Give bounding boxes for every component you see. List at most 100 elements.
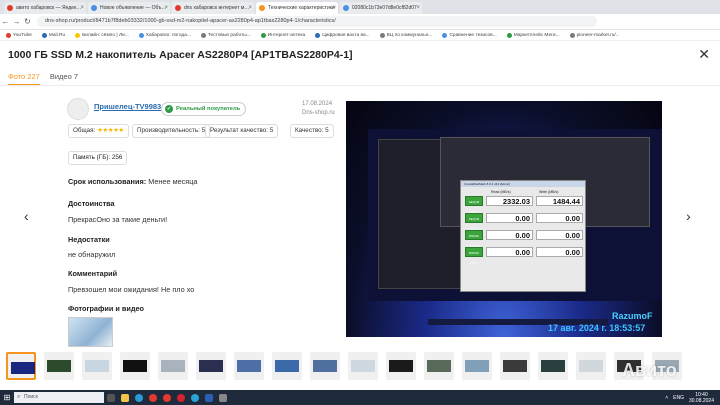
chrome-icon[interactable]: [146, 390, 160, 405]
next-arrow-icon[interactable]: ›: [686, 208, 691, 224]
gallery-thumbnail[interactable]: [272, 352, 302, 380]
usage-label: Срок использования:: [68, 177, 147, 186]
reload-icon[interactable]: ↻: [22, 17, 33, 26]
bookmark-item[interactable]: Билайн: сёмпо | Ли...: [75, 32, 129, 38]
url-field[interactable]: dns-shop.ru/product/8471b7f8deb03332/100…: [37, 16, 597, 27]
bookmark-item[interactable]: YouTube: [6, 32, 32, 38]
bookmark-label: Интернет-аптека: [267, 32, 306, 38]
bookmark-favicon-icon: [315, 32, 321, 38]
gallery-thumbnail[interactable]: [234, 352, 264, 380]
gallery-thumbnail[interactable]: [538, 352, 568, 380]
photo-timestamp: 17 авг. 2024 г. 18:53:57: [548, 323, 646, 333]
gallery-thumbnail[interactable]: [82, 352, 112, 380]
benchmark-test-button[interactable]: SEQ1M Q8T1: [465, 196, 483, 214]
clock-date: 30.08.2024: [688, 397, 714, 404]
gallery-thumbnail[interactable]: [44, 352, 74, 380]
bookmark-label: Билайн: сёмпо | Ли...: [82, 32, 129, 38]
main-photo[interactable]: CrystalDiskMark 8.0.4 x64 [Admin] Read (…: [346, 101, 662, 337]
bookmark-item[interactable]: Сравнение тезисов...: [442, 32, 497, 38]
browser-tab[interactable]: 02080c1b73e07d8e0cf82d07 ×: [340, 2, 422, 14]
bookmark-item[interactable]: Цифровая вахта ва...: [315, 32, 370, 38]
bookmark-label: Тестовые работы...: [207, 32, 251, 38]
close-icon[interactable]: ✕: [698, 46, 710, 63]
explorer-icon[interactable]: [118, 390, 132, 405]
thumbnail-image: [427, 360, 451, 372]
browser-tab[interactable]: Новое объявление — Объявле ×: [88, 2, 170, 14]
bookmark-favicon-icon: [260, 32, 266, 38]
bookmark-favicon-icon: [138, 32, 144, 38]
write-value: 0.00: [536, 213, 583, 223]
benchmark-test-button[interactable]: RND4K Q32T16: [465, 230, 483, 248]
gallery-thumbnail[interactable]: [576, 352, 606, 380]
clock[interactable]: 10:40 30.08.2024: [689, 392, 714, 404]
benchmark-row: SEQ1M Q1T1 0.00 0.00: [465, 213, 583, 231]
bookmark-item[interactable]: Тестовые работы...: [200, 32, 251, 38]
edge-icon[interactable]: [132, 390, 146, 405]
gallery-thumbnail[interactable]: [6, 352, 36, 380]
bookmark-item[interactable]: Интернет-аптека: [260, 32, 306, 38]
browser-tab[interactable]: Технические характеристики ×: [256, 2, 338, 14]
app-icon[interactable]: [216, 390, 230, 405]
benchmark-window: CrystalDiskMark 8.0.4 x64 [Admin] Read (…: [460, 180, 586, 292]
browser-tab[interactable]: dns хабаровск интернет магаз ×: [172, 2, 254, 14]
gallery-thumbnail[interactable]: [386, 352, 416, 380]
gallery-thumbnail[interactable]: [462, 352, 492, 380]
thumbnail-image: [275, 360, 299, 372]
tab-photo[interactable]: Фото 227: [8, 72, 40, 86]
gallery-thumbnail[interactable]: [196, 352, 226, 380]
thumbnail-image: [47, 360, 71, 372]
gallery-thumbnail[interactable]: [500, 352, 530, 380]
write-value: 1484.44: [536, 196, 583, 206]
bookmark-favicon-icon: [569, 32, 575, 38]
bookmark-item[interactable]: pioneer-market.ru/...: [569, 32, 620, 38]
tab-favicon-icon: [91, 5, 97, 11]
thumbnail-strip: [0, 352, 720, 382]
gallery-thumbnail[interactable]: [120, 352, 150, 380]
read-value: 2332.03: [486, 196, 533, 206]
bookmark-item[interactable]: Маркетплейс Меги...: [506, 32, 560, 38]
back-icon[interactable]: ←: [0, 17, 11, 26]
yandex-icon[interactable]: [160, 390, 174, 405]
browser-tab[interactable]: авито хабаровск — Яндекс: на ×: [4, 2, 86, 14]
os-taskbar: ⊞ Поиск ˄ ENG 10:40 30.08.2024: [0, 390, 720, 405]
benchmark-test-button[interactable]: RND4K Q1T1: [465, 247, 483, 265]
tab-close-icon[interactable]: ×: [248, 2, 252, 14]
benchmark-test-button[interactable]: SEQ1M Q1T1: [465, 213, 483, 231]
thumbnail-image: [237, 360, 261, 372]
tab-close-icon[interactable]: ×: [332, 2, 336, 14]
page-title: 1000 ГБ SSD M.2 накопитель Apacer AS2280…: [8, 49, 353, 61]
tab-video[interactable]: Видео 7: [50, 72, 78, 86]
telegram-icon[interactable]: [188, 390, 202, 405]
tab-close-icon[interactable]: ×: [80, 2, 84, 14]
language-indicator[interactable]: ENG: [673, 395, 684, 401]
benchmark-row: RND4K Q32T16 0.00 0.00: [465, 230, 583, 248]
tray-chevron-icon[interactable]: ˄: [665, 395, 668, 401]
taskview-icon[interactable]: [104, 390, 118, 405]
comment-heading: Комментарий: [68, 269, 118, 278]
prev-arrow-icon[interactable]: ‹: [24, 208, 29, 224]
tab-close-icon[interactable]: ×: [164, 2, 168, 14]
review-author[interactable]: Пришелец-TV9983: [94, 102, 161, 111]
tab-favicon-icon: [343, 5, 349, 11]
review-photo-thumbnail[interactable]: [68, 317, 113, 347]
browser-tab-label: 02080c1b73e07d8e0cf82d07: [352, 5, 417, 11]
comment-text: Превзошел мои ожидания! Не пло хо: [68, 285, 195, 294]
forward-icon[interactable]: →: [11, 17, 22, 26]
bookmark-item[interactable]: Mail.Ru: [41, 32, 65, 38]
opera-icon[interactable]: [174, 390, 188, 405]
verified-buyer-badge: ✓ Реальный покупатель: [161, 102, 247, 116]
bookmark-favicon-icon: [379, 32, 385, 38]
overall-rating: Общая: ★★★★★: [68, 124, 129, 138]
gallery-thumbnail[interactable]: [310, 352, 340, 380]
tab-close-icon[interactable]: ×: [416, 2, 420, 14]
thumbnail-image: [541, 360, 565, 372]
gallery-thumbnail[interactable]: [348, 352, 378, 380]
bookmark-item[interactable]: Хабаровск: погода...: [138, 32, 191, 38]
bookmark-favicon-icon: [6, 32, 11, 38]
gallery-thumbnail[interactable]: [424, 352, 454, 380]
gallery-thumbnail[interactable]: [158, 352, 188, 380]
start-icon[interactable]: ⊞: [0, 390, 14, 405]
bookmark-item[interactable]: ВЦ по коммунальн...: [379, 32, 432, 38]
taskbar-search[interactable]: Поиск: [14, 392, 104, 403]
word-icon[interactable]: [202, 390, 216, 405]
